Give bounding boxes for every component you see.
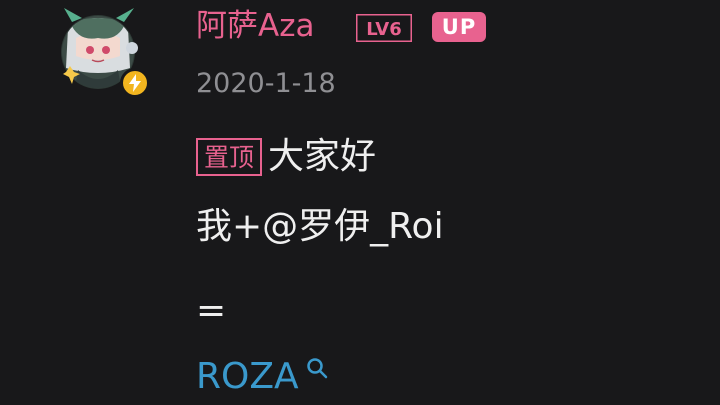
post-line-2: 我+@罗伊_Roi — [196, 206, 444, 247]
verified-badge — [120, 68, 150, 98]
search-icon[interactable] — [305, 356, 329, 380]
post-line-3: = — [196, 290, 227, 331]
lightning-icon — [129, 74, 141, 92]
search-link-text[interactable]: ROZA — [196, 354, 299, 400]
post-date: 2020-1-18 — [196, 68, 336, 99]
level-text: LV6 — [366, 19, 401, 40]
pin-tag: 置顶 — [196, 138, 263, 176]
post-line-1: 置顶 大家好 — [196, 134, 376, 180]
search-link[interactable]: ROZA — [196, 354, 329, 400]
level-badge: LV6 — [356, 14, 412, 42]
username[interactable]: 阿萨Aza — [196, 6, 314, 46]
post-text-greeting: 大家好 — [268, 136, 377, 177]
avatar-container[interactable] — [52, 6, 152, 100]
up-badge: UP — [432, 12, 486, 42]
